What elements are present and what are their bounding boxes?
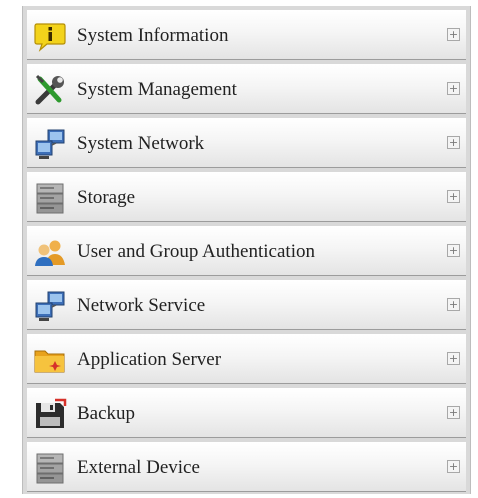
info-icon xyxy=(33,19,67,53)
menu-item-system-network[interactable]: System Network + xyxy=(27,118,466,168)
tools-icon xyxy=(33,73,67,107)
menu-item-label: System Information xyxy=(77,25,229,46)
expand-icon[interactable]: + xyxy=(447,460,460,473)
menu-item-network-service[interactable]: Network Service + xyxy=(27,280,466,330)
menu-item-user-and-group-authentication[interactable]: User and Group Authentication + xyxy=(27,226,466,276)
users-icon xyxy=(33,235,67,269)
menu-item-label: System Management xyxy=(77,79,237,100)
menu-item-label: User and Group Authentication xyxy=(77,241,315,262)
expand-icon[interactable]: + xyxy=(447,352,460,365)
menu-item-label: System Network xyxy=(77,133,205,154)
menu-item-external-device[interactable]: External Device + xyxy=(27,442,466,492)
menu-item-storage[interactable]: Storage + xyxy=(27,172,466,222)
expand-icon[interactable]: + xyxy=(447,244,460,257)
expand-icon[interactable]: + xyxy=(447,136,460,149)
expand-icon[interactable]: + xyxy=(447,28,460,41)
menu-item-label: Storage xyxy=(77,187,136,208)
external-device-icon xyxy=(33,451,67,485)
storage-icon xyxy=(33,181,67,215)
menu-item-backup[interactable]: Backup + xyxy=(27,388,466,438)
network-service-icon xyxy=(33,289,67,323)
expand-icon[interactable]: + xyxy=(447,190,460,203)
backup-icon xyxy=(33,397,67,431)
menu-item-label: External Device xyxy=(77,457,200,478)
menu-item-label: Backup xyxy=(77,403,136,424)
network-icon xyxy=(33,127,67,161)
folder-icon xyxy=(33,343,67,377)
menu-item-system-management[interactable]: System Management + xyxy=(27,64,466,114)
menu-item-label: Network Service xyxy=(77,295,206,316)
menu-item-label: Application Server xyxy=(77,349,222,370)
expand-icon[interactable]: + xyxy=(447,406,460,419)
expand-icon[interactable]: + xyxy=(447,82,460,95)
expand-icon[interactable]: + xyxy=(447,298,460,311)
menu-item-application-server[interactable]: Application Server + xyxy=(27,334,466,384)
sidebar-menu: System Information + System Management + xyxy=(22,6,471,494)
menu-item-system-information[interactable]: System Information + xyxy=(27,10,466,60)
